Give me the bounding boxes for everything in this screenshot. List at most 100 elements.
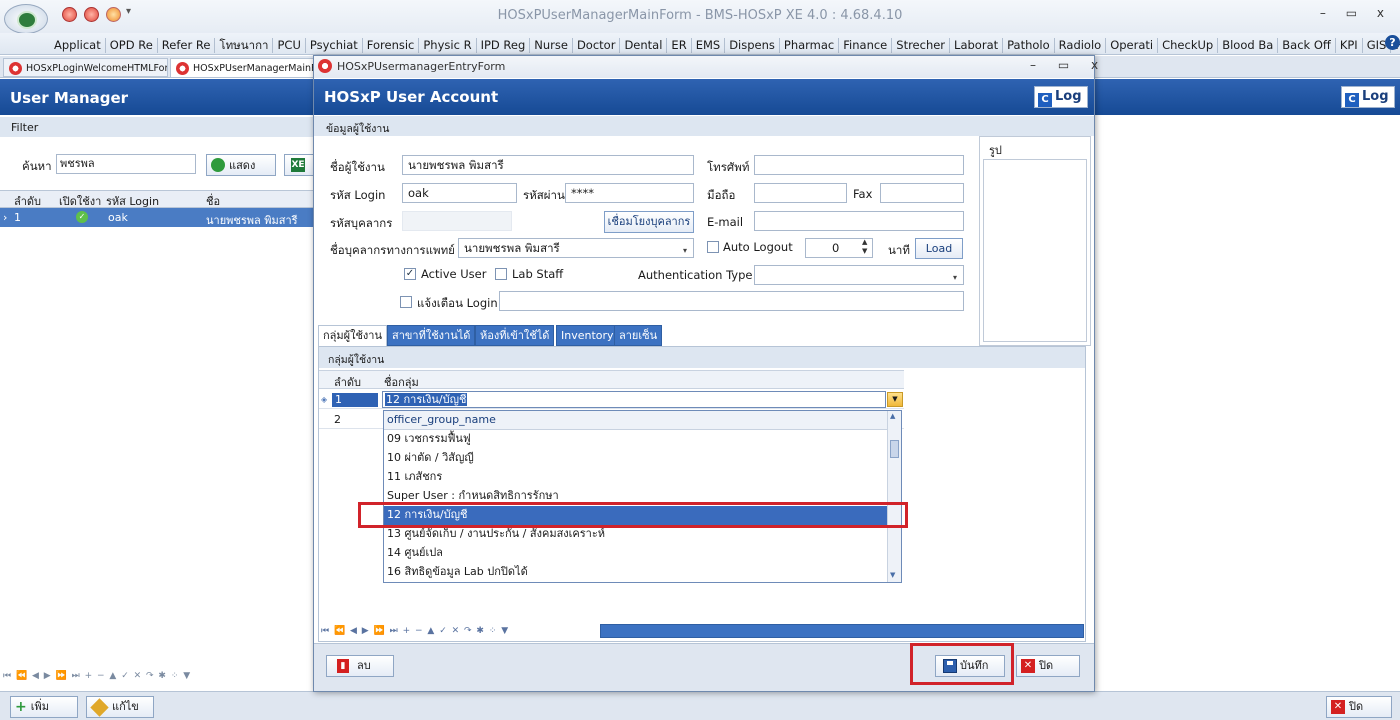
help-icon[interactable]: ? [1385,35,1400,50]
ribbon-menu-item[interactable]: IPD Reg [477,37,531,53]
ribbon-menu-item[interactable]: Radiolo [1055,37,1107,53]
ribbon-menu-item[interactable]: EMS [692,37,726,53]
tab-branches[interactable]: สาขาที่ใช้งานได้ [387,325,476,346]
delete-button[interactable]: ▮ ลบ [326,655,394,677]
ribbon-menu-item[interactable]: Applicat [50,37,106,53]
tab-user-groups[interactable]: กลุ่มผู้ใช้งาน [318,325,388,346]
phone-field[interactable] [754,155,964,175]
mobile-label: มือถือ [707,188,736,202]
link-staff-button[interactable]: เชื่อมโยงบุคลากร [604,211,694,233]
dropdown-item[interactable]: 14 ศูนย์เปล [384,544,887,563]
username-field[interactable]: นายพชรพล พิมสารี [402,155,694,175]
auth-type-select[interactable]: ▾ [754,265,964,285]
dropdown-item[interactable]: 11 เภสัชกร [384,468,887,487]
close-button[interactable]: ✕ ปิด [1016,655,1080,677]
active-check-icon: ✓ [76,211,88,223]
ribbon-menu-item[interactable]: OPD Re [106,37,158,53]
scroll-down-icon[interactable]: ▼ [890,571,895,579]
search-input[interactable]: พชรพล [56,154,196,174]
ribbon-menu-item[interactable]: Blood Ba [1218,37,1279,53]
doc-tab-label: HOSxPLoginWelcomeHTMLForm [26,63,168,74]
column-header[interactable]: ลำดับ [334,373,361,391]
ribbon-menu-item[interactable]: โทษนากา [215,37,274,53]
dropdown-item[interactable]: 16 สิทธิดูข้อมูล Lab ปกปิดได้ [384,563,887,582]
log-button[interactable]: C Log [1341,86,1395,108]
active-user-checkbox[interactable]: ✓ [404,268,416,280]
doc-tab-label: HOSxPUserManagerMainFo [193,63,315,74]
dropdown-scrollbar[interactable]: ▲ ▼ [887,411,901,582]
export-excel-button[interactable]: XE [284,154,314,176]
photo-box[interactable] [983,159,1087,342]
ribbon-menu-item[interactable]: Dispens [725,37,780,53]
row-index: 2 [334,413,341,426]
tab-signature[interactable]: ลายเซ็น [614,325,663,346]
ribbon-menu-item[interactable]: Refer Re [158,37,216,53]
login-field[interactable]: oak [402,183,517,203]
ribbon-menu-item[interactable]: Forensic [363,37,420,53]
ribbon-menu-item[interactable]: Dental [620,37,668,53]
ribbon-menu-item[interactable]: Nurse [530,37,573,53]
ribbon-menu-item[interactable]: ER [667,37,692,53]
add-label: เพิ่ม [30,700,49,713]
staff-code-field [402,211,512,231]
notify-login-field[interactable] [499,291,964,311]
ribbon-menu-item[interactable]: CheckUp [1158,37,1219,53]
medical-staff-label: ชื่อบุคลากรทางการแพทย์ [330,243,455,257]
form-icon [176,62,189,75]
dropdown-item[interactable]: 10 ผ่าตัด / วิสัญญี [384,449,887,468]
password-field[interactable]: **** [565,183,694,203]
load-button[interactable]: Load [915,238,963,259]
dropdown-item[interactable]: 09 เวชกรรมฟื้นฟู [384,430,887,449]
tab-rooms[interactable]: ห้องที่เข้าใช้ได้ [475,325,555,346]
email-field[interactable] [754,211,964,231]
close-icon: ✕ [1331,700,1345,714]
ribbon-menu-item[interactable]: Back Off [1278,37,1336,53]
group-name-editor[interactable]: 12 การเงิน/บัญชี [382,391,886,408]
doc-tab-login-welcome[interactable]: HOSxPLoginWelcomeHTMLForm [3,58,168,77]
medical-staff-select[interactable]: นายพชรพล พิมสารี ▾ [458,238,694,258]
column-header[interactable]: ชื่อกลุ่ม [384,373,419,391]
grid-navigator[interactable]: ⏮ ⏪ ◀ ▶ ⏩ ⏭ + − ▲ ✓ ✕ ↷ ✱ ⁘ ▼ [3,671,191,681]
log-button[interactable]: C Log [1034,86,1088,108]
close-button[interactable]: ✕ ปิด [1326,696,1392,718]
dialog-window-controls[interactable]: – ▭ x [1030,58,1107,72]
window-controls[interactable]: – ▭ x [1320,6,1392,20]
ribbon-menu-item[interactable]: Psychiat [306,37,363,53]
doc-tab-user-manager[interactable]: HOSxPUserManagerMainFo [170,58,315,77]
auto-logout-value: 0 [832,241,840,255]
close-label: ปิด [1349,700,1364,713]
ribbon-menu-item[interactable]: Doctor [573,37,621,53]
notify-login-checkbox[interactable] [400,296,412,308]
add-button[interactable]: + เพิ่ม [10,696,78,718]
auto-logout-checkbox[interactable] [707,241,719,253]
search-label: ค้นหา [22,159,52,173]
lab-staff-checkbox[interactable] [495,268,507,280]
log-label: Log [1055,89,1082,104]
show-button[interactable]: แสดง [206,154,276,176]
ribbon-menu-item[interactable]: Laborat [950,37,1004,53]
ribbon-menu-item[interactable]: KPI [1336,37,1363,53]
user-manager-footer [0,691,1400,720]
chevron-down-icon: ▾ [952,273,957,282]
ribbon-menu-item[interactable]: Operati [1106,37,1159,53]
tab-inventory[interactable]: Inventory [556,325,619,346]
ribbon-menu-item[interactable]: PCU [273,37,306,53]
ribbon-menu-item[interactable]: Finance [839,37,893,53]
ribbon-menu-item[interactable]: Pharmac [780,37,840,53]
close-icon: ✕ [1021,659,1035,673]
show-button-label: แสดง [229,159,256,172]
dialog-heading: HOSxP User Account [324,88,499,106]
mobile-field[interactable] [754,183,847,203]
grid-navigator[interactable]: ⏮ ⏪ ◀ ▶ ⏩ ⏭ + − ▲ ✓ ✕ ↷ ✱ ⁘ ▼ [321,626,509,636]
ribbon-menu-item[interactable]: Physic R [419,37,477,53]
dropdown-arrow-icon[interactable]: ▼ [887,392,903,407]
horizontal-scrollbar[interactable] [600,624,1084,638]
dialog-title: HOSxPUsermanagerEntryForm [337,60,506,73]
fax-field[interactable] [880,183,964,203]
ribbon-menu-item[interactable]: Strecher [892,37,951,53]
scroll-thumb[interactable] [890,440,899,458]
scroll-up-icon[interactable]: ▲ [890,412,895,420]
ribbon-menu-item[interactable]: Patholo [1003,37,1055,53]
edit-button[interactable]: แก้ไข [86,696,154,718]
spin-arrows-icon[interactable]: ▲ ▼ [862,238,867,256]
